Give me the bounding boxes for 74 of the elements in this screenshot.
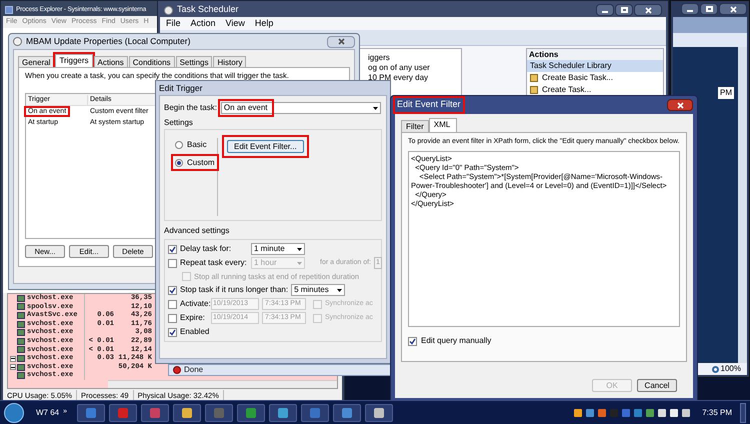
- radio-option[interactable]: Custom: [173, 156, 217, 169]
- group-label: Settings: [164, 117, 194, 129]
- tab[interactable]: Filter: [401, 120, 429, 132]
- action-link[interactable]: Create Basic Task...: [542, 72, 613, 84]
- vertical-scrollbar[interactable]: [738, 47, 747, 363]
- toolbar-label[interactable]: W7 64: [36, 406, 60, 418]
- group-label: Advanced settings: [164, 225, 230, 237]
- taskbar-app-icon[interactable]: [173, 404, 202, 422]
- stop-icon: [173, 366, 181, 374]
- tab[interactable]: History: [213, 56, 246, 67]
- tab[interactable]: Actions: [94, 56, 128, 67]
- close-icon[interactable]: [327, 36, 355, 48]
- checkbox-label: Edit query manually: [421, 335, 492, 347]
- tab[interactable]: XML: [428, 118, 457, 132]
- start-button[interactable]: [4, 402, 24, 422]
- checkbox[interactable]: [168, 300, 177, 308]
- task-text: og on of any user: [368, 63, 431, 73]
- option-label: Delay task for:: [180, 243, 232, 255]
- option-label: Stop task if it runs longer than:: [180, 284, 288, 296]
- zoom-icon[interactable]: [712, 366, 719, 372]
- window-title: MBAM Update Properties (Local Computer): [26, 35, 192, 48]
- window-title: Task Scheduler: [177, 3, 240, 16]
- dropdown[interactable]: 1 minute: [251, 243, 305, 255]
- taskbar-app-icon[interactable]: [269, 404, 298, 422]
- clock[interactable]: 7:35 PM: [702, 406, 732, 418]
- taskbar-app-icon[interactable]: [333, 404, 362, 422]
- menu-item[interactable]: Action: [190, 16, 216, 30]
- window-title: Edit Event Filter: [395, 98, 463, 112]
- field-label: Begin the task:: [164, 102, 217, 114]
- tab[interactable]: Triggers: [55, 54, 93, 67]
- checkbox[interactable]: [408, 336, 417, 346]
- option-label: Activate:: [180, 298, 208, 310]
- checkbox[interactable]: [168, 314, 177, 322]
- show-desktop-button[interactable]: [740, 402, 746, 422]
- taskbar-app-icon[interactable]: [237, 404, 266, 422]
- checkbox[interactable]: [168, 286, 177, 294]
- menu-item[interactable]: File: [166, 16, 181, 30]
- close-icon[interactable]: [634, 4, 662, 16]
- menu-item[interactable]: View: [226, 16, 245, 30]
- minimize-icon[interactable]: [596, 4, 614, 16]
- caret-icon: [372, 106, 378, 110]
- browser-text: PM: [718, 87, 734, 99]
- dialog-button[interactable]: Cancel: [637, 379, 677, 392]
- action-link[interactable]: Create Task...: [542, 84, 592, 96]
- caret-icon: [297, 248, 302, 250]
- checkbox[interactable]: [168, 328, 177, 336]
- maximize-icon[interactable]: [700, 3, 718, 15]
- app-icon: [5, 6, 13, 14]
- dropdown[interactable]: 5 minutes: [291, 284, 346, 296]
- checkbox[interactable]: [168, 244, 177, 254]
- close-icon[interactable]: [667, 99, 693, 111]
- close-icon[interactable]: [719, 3, 747, 15]
- option-label: Enabled: [180, 326, 210, 338]
- caret-icon: [297, 262, 302, 264]
- tab[interactable]: General: [18, 56, 54, 67]
- window-title: Edit Trigger: [159, 82, 202, 94]
- minimize-icon[interactable]: [681, 3, 699, 15]
- section-header[interactable]: Task Scheduler Library: [527, 60, 663, 72]
- maximize-icon[interactable]: [615, 4, 633, 16]
- taskbar-app-icon[interactable]: [77, 404, 106, 422]
- option-label: Expire:: [180, 312, 206, 324]
- task-text: 10 PM every day: [368, 73, 430, 83]
- horizontal-scrollbar[interactable]: [108, 380, 337, 388]
- status-text: Done: [184, 364, 204, 376]
- edit-event-filter-button[interactable]: Edit Event Filter...: [227, 140, 304, 153]
- option-label: Repeat task every:: [180, 257, 248, 269]
- tab[interactable]: Settings: [176, 56, 212, 67]
- begin-task-dropdown[interactable]: On an event: [220, 102, 381, 114]
- taskbar-app-icon[interactable]: [365, 404, 394, 422]
- menu-item[interactable]: Help: [254, 16, 274, 30]
- pane-header: Actions: [527, 49, 663, 60]
- tab[interactable]: Conditions: [128, 56, 175, 67]
- radio-option[interactable]: Basic: [173, 138, 209, 151]
- task-text: iggers: [368, 53, 391, 63]
